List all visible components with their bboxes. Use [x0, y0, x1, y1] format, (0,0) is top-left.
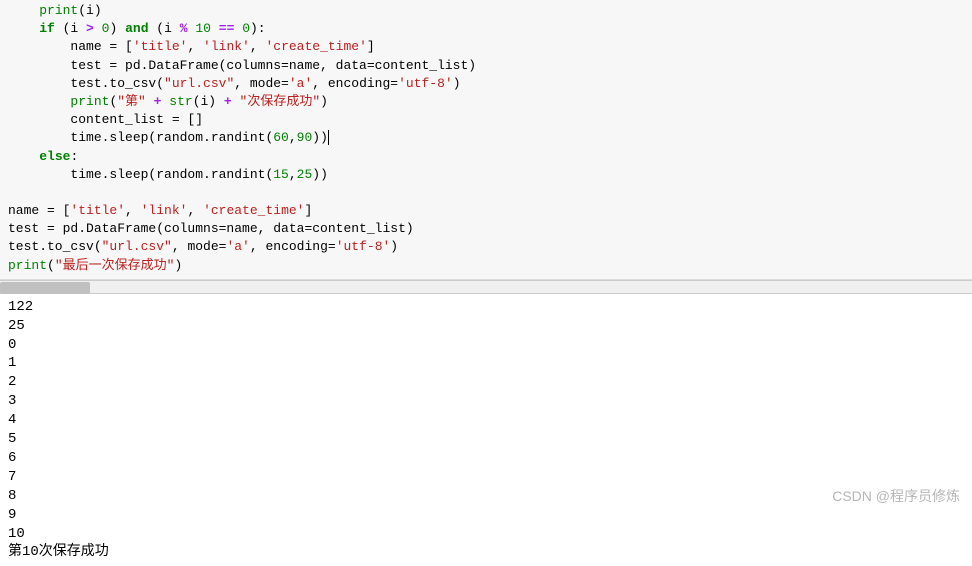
code-line: if (i > 0) and (i % 10 == 0):	[8, 20, 964, 38]
output-line: 9	[8, 506, 964, 525]
code-line: print("第" + str(i) + "次保存成功")	[8, 93, 964, 111]
code-line: content_list = []	[8, 111, 964, 129]
code-line: else:	[8, 148, 964, 166]
keyword-and: and	[125, 21, 148, 36]
horizontal-scrollbar[interactable]	[0, 280, 972, 294]
output-line: 3	[8, 392, 964, 411]
output-line: 0	[8, 336, 964, 355]
scrollbar-thumb[interactable]	[0, 282, 90, 294]
output-line: 5	[8, 430, 964, 449]
watermark: CSDN @程序员修炼	[832, 486, 960, 506]
code-line: print("最后一次保存成功")	[8, 257, 964, 275]
output-console: 122 25 0 1 2 3 4 5 6 7 8 9 10 第10次保存成功	[0, 294, 972, 566]
output-line: 6	[8, 449, 964, 468]
code-line: test.to_csv("url.csv", mode='a', encodin…	[8, 75, 964, 93]
output-line: 122	[8, 298, 964, 317]
output-line: 第10次保存成功	[8, 543, 964, 562]
code-line: time.sleep(random.randint(15,25))	[8, 166, 964, 184]
text-cursor	[328, 130, 329, 145]
output-line: 25	[8, 317, 964, 336]
code-editor[interactable]: print(i) if (i > 0) and (i % 10 == 0): n…	[0, 0, 972, 280]
output-line: 8	[8, 487, 964, 506]
output-line: 4	[8, 411, 964, 430]
output-line: 2	[8, 373, 964, 392]
keyword-else: else	[39, 149, 70, 164]
output-line: 10	[8, 525, 964, 544]
code-line: test = pd.DataFrame(columns=name, data=c…	[8, 57, 964, 75]
builtin-print: print	[39, 3, 78, 18]
code-line: name = ['title', 'link', 'create_time']	[8, 202, 964, 220]
output-line: 1	[8, 354, 964, 373]
code-line: test.to_csv("url.csv", mode='a', encodin…	[8, 238, 964, 256]
output-line: 7	[8, 468, 964, 487]
code-line: time.sleep(random.randint(60,90))	[8, 129, 964, 147]
code-line	[8, 184, 964, 202]
code-line: name = ['title', 'link', 'create_time']	[8, 38, 964, 56]
code-line: test = pd.DataFrame(columns=name, data=c…	[8, 220, 964, 238]
code-line: print(i)	[8, 2, 964, 20]
keyword-if: if	[39, 21, 55, 36]
